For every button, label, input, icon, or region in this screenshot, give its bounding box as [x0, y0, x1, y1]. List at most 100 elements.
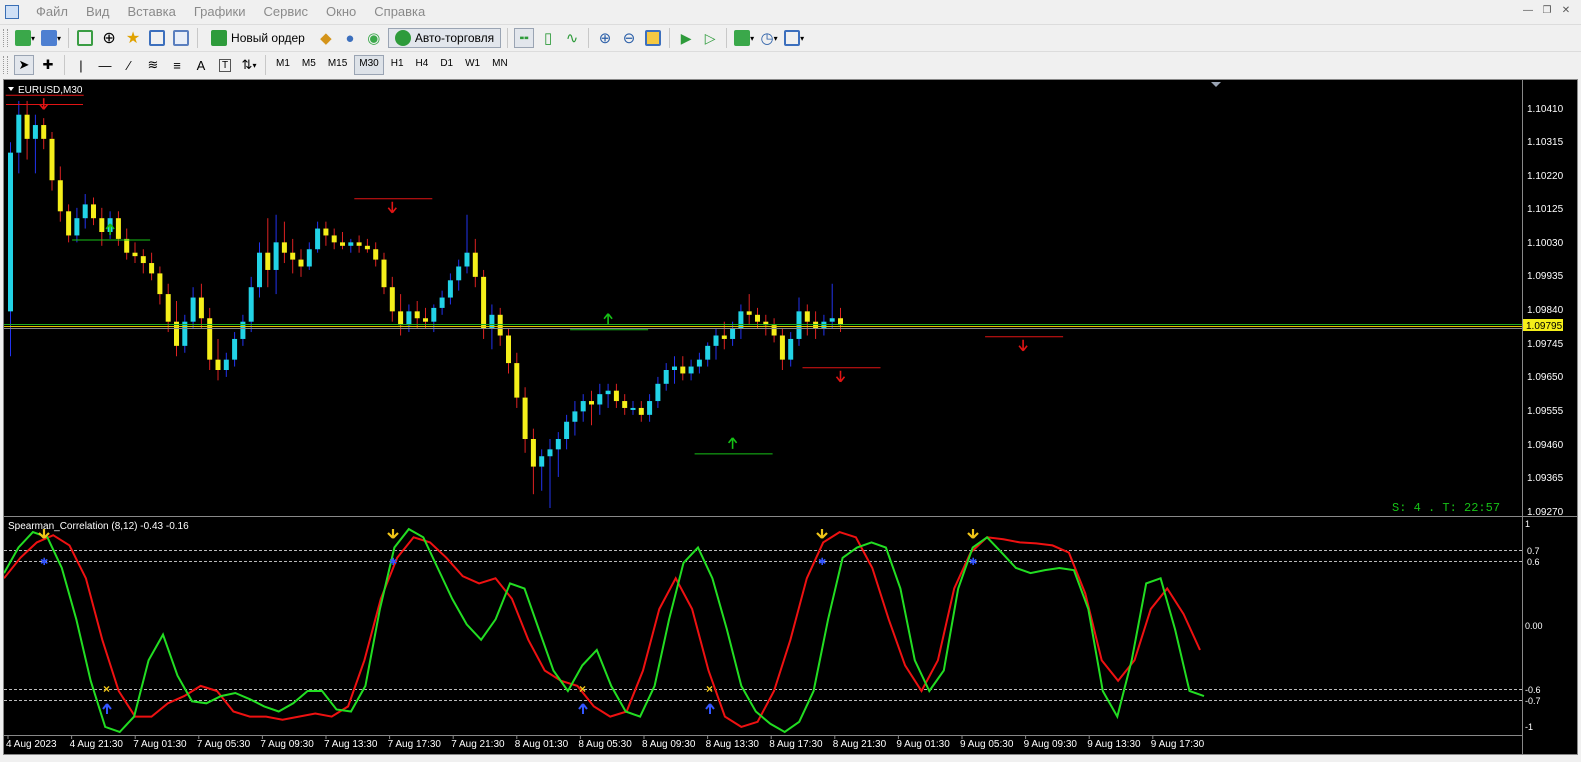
chart-menu-triangle-icon[interactable]	[8, 87, 14, 91]
candle-body	[564, 421, 570, 439]
candle-body	[696, 359, 702, 367]
vertical-line-button[interactable]: |	[71, 55, 91, 75]
time-tick-label: 8 Aug 21:30	[833, 739, 887, 750]
data-window-button[interactable]: ⊕	[99, 28, 119, 48]
periods-button[interactable]: ◷ ▾	[759, 28, 779, 48]
text-label-button[interactable]: T	[215, 55, 235, 75]
chevron-down-icon: ▾	[31, 33, 36, 43]
zoom-out-button[interactable]: ⊖	[619, 28, 639, 48]
tile-windows-icon	[645, 30, 662, 46]
menu-window[interactable]: Окно	[317, 0, 365, 24]
bar-chart-button[interactable]: ╍	[514, 28, 535, 48]
candle-body	[232, 338, 238, 360]
price-axis: 1.10410 1.10315 1.10220 1.10125 1.10030 …	[1527, 104, 1564, 518]
text-button[interactable]: A	[191, 55, 211, 75]
candle-body	[315, 228, 321, 250]
indicator-level-label: 0.00	[1525, 621, 1543, 631]
auto-trading-label: Авто-торговля	[414, 31, 495, 45]
candle-body	[688, 366, 694, 374]
candle-body	[356, 242, 362, 246]
tester-icon	[173, 30, 190, 46]
market-button[interactable]: ◉	[364, 28, 384, 48]
candle-body	[257, 252, 262, 288]
new-order-button[interactable]: Новый ордер	[204, 28, 312, 48]
restore-icon[interactable]: ❐	[1540, 4, 1554, 18]
arrows-button[interactable]: ⇅ ▾	[239, 55, 259, 75]
chart-canvas[interactable]: EURUSD,M30 1.10410 1.10315 1.10220 1.101…	[3, 80, 1577, 754]
chart-shift-marker-icon[interactable]	[1211, 82, 1221, 87]
tf-d1[interactable]: D1	[435, 55, 458, 75]
menu-file[interactable]: Файл	[27, 0, 77, 24]
corr-cross-icon: ×	[103, 682, 110, 696]
tf-m15[interactable]: M15	[323, 55, 352, 75]
fibonacci-icon: ≡	[173, 57, 181, 73]
indicators-button[interactable]: ▾	[733, 28, 755, 48]
horizontal-line-button[interactable]: —	[95, 55, 115, 75]
toolbar-grip[interactable]	[3, 29, 8, 47]
indicator-level-label: -0.6	[1525, 685, 1541, 695]
tester-button[interactable]	[171, 28, 191, 48]
menu-charts[interactable]: Графики	[185, 0, 255, 24]
candle-body	[190, 297, 196, 322]
metaeditor-button[interactable]: ◆	[316, 28, 336, 48]
candle-body	[663, 370, 669, 384]
crosshair-button[interactable]: ✚	[38, 55, 58, 75]
corr-buy-marker-icon	[705, 703, 715, 714]
price-tick-label: 1.09935	[1527, 271, 1564, 282]
corr-star-icon: ✱	[818, 557, 826, 568]
fibonacci-button[interactable]: ≡	[167, 55, 187, 75]
candle-body	[605, 390, 611, 395]
candle-body	[647, 401, 653, 415]
zoom-in-button[interactable]: ⊕	[595, 28, 615, 48]
tf-w1[interactable]: W1	[460, 55, 485, 75]
auto-trading-button[interactable]: Авто-торговля	[387, 28, 502, 48]
corr-cross-icon: ×	[579, 682, 586, 696]
minimize-icon[interactable]: —	[1521, 4, 1535, 18]
candlestick-button[interactable]: ▯	[538, 28, 558, 48]
candle-body	[423, 318, 428, 322]
menu-tools[interactable]: Сервис	[255, 0, 318, 24]
chevron-down-icon: ▾	[57, 33, 62, 43]
tf-m1[interactable]: M1	[271, 55, 295, 75]
menu-insert[interactable]: Вставка	[119, 0, 185, 24]
market-watch-button[interactable]	[75, 28, 95, 48]
chart-shift-button[interactable]: ▷	[700, 28, 720, 48]
candlestick-icon: ▯	[543, 30, 553, 47]
menu-help[interactable]: Справка	[365, 0, 434, 24]
candle-body	[680, 366, 686, 374]
new-chart-button[interactable]: ▾	[14, 28, 36, 48]
tf-mn[interactable]: MN	[487, 55, 513, 75]
auto-scroll-button[interactable]: ▶	[676, 28, 696, 48]
zoom-in-icon: ⊕	[598, 30, 612, 47]
crosshair-target-icon: ⊕	[102, 30, 116, 47]
equidistant-channel-button[interactable]: ≋	[143, 55, 163, 75]
corr-sell-marker-icon	[967, 529, 979, 539]
signals-button[interactable]: ●	[340, 28, 360, 48]
tf-h4[interactable]: H4	[411, 55, 434, 75]
terminal-button[interactable]	[147, 28, 167, 48]
candle-body	[746, 311, 752, 315]
tile-windows-button[interactable]	[643, 28, 663, 48]
candle-body	[124, 238, 130, 253]
toolbar-separator	[197, 28, 199, 48]
candle-body	[8, 152, 13, 312]
time-tick-label: 4 Aug 2023	[6, 739, 57, 750]
chart-window[interactable]: EURUSD,M30 1.10410 1.10315 1.10220 1.101…	[3, 79, 1578, 755]
templates-button[interactable]: ▾	[783, 28, 805, 48]
navigator-button[interactable]: ★	[123, 28, 143, 48]
close-icon[interactable]: ✕	[1559, 4, 1573, 18]
tf-m5[interactable]: M5	[297, 55, 321, 75]
correlation-fast-line	[3, 527, 1205, 734]
candle-body	[721, 335, 727, 339]
toolbar-grip[interactable]	[3, 56, 8, 74]
line-chart-button[interactable]: ∿	[562, 28, 582, 48]
tf-m30[interactable]: M30	[354, 55, 384, 75]
tf-h1[interactable]: H1	[386, 55, 409, 75]
trendline-button[interactable]: ∕	[119, 55, 139, 75]
menu-view[interactable]: Вид	[77, 0, 119, 24]
candle-body	[829, 318, 835, 322]
candle-body	[215, 359, 221, 370]
candle-body	[364, 245, 370, 250]
profiles-button[interactable]: ▾	[40, 28, 62, 48]
cursor-button[interactable]: ➤	[14, 55, 34, 75]
